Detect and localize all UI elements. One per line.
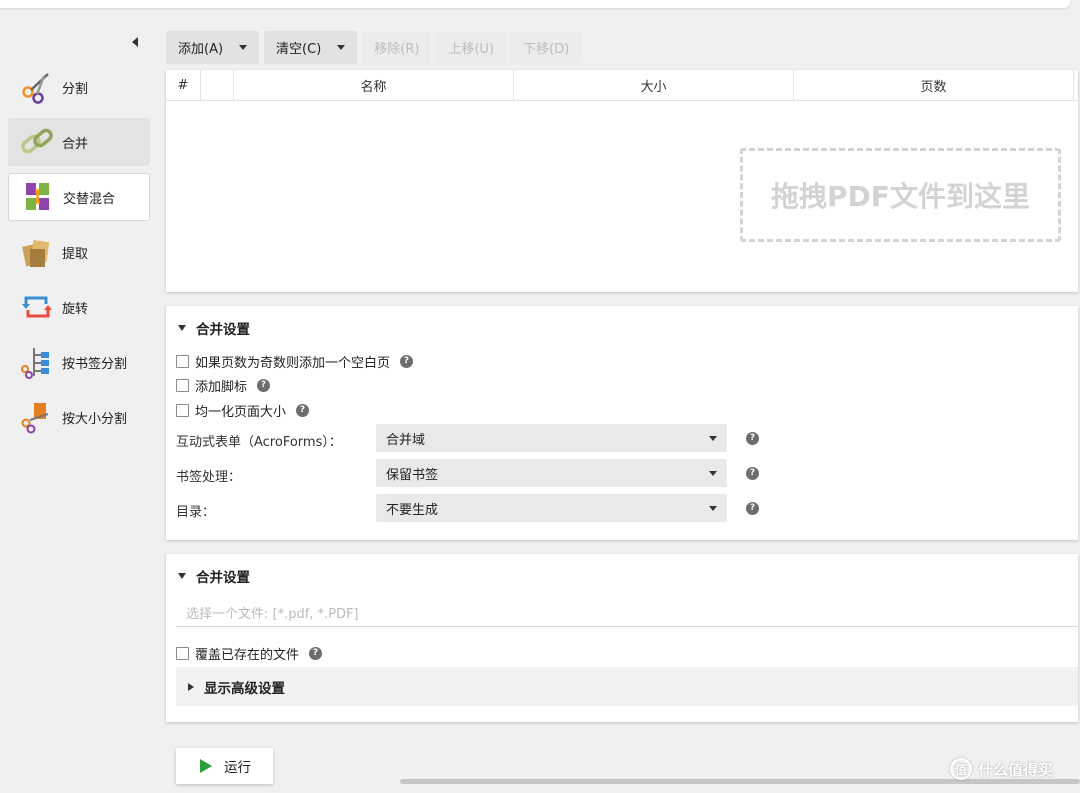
checkbox-label: 均一化页面大小 — [195, 405, 287, 420]
column-header-size[interactable]: 大小 — [514, 70, 794, 101]
merge-settings-panel: 合并设置 如果页数为奇数则添加一个空白页 ? 添加脚标 ? 均一化页面大小 ? … — [166, 306, 1078, 540]
file-table: # 名称 大小 页数 拖拽PDF文件到这里 — [166, 70, 1078, 292]
sidebar-item-label: 分割 — [62, 81, 89, 97]
panel-title: 合并设置 — [196, 322, 250, 338]
advanced-settings-toggle[interactable]: 显示高级设置 — [176, 667, 1078, 706]
chevron-down-icon[interactable] — [239, 45, 248, 50]
sidebar-item-extract[interactable]: 提取 — [8, 228, 150, 276]
expand-triangle-icon — [178, 573, 186, 579]
play-icon — [200, 759, 212, 773]
checkbox-label: 添加脚标 — [195, 380, 248, 395]
watermark: 值 什么值得买 — [950, 758, 1053, 780]
overwrite-checkbox[interactable] — [176, 647, 189, 660]
sidebar-item-label: 按书签分割 — [62, 356, 128, 372]
output-settings-panel: 合并设置 选择一个文件: [*.pdf, *.PDF] 覆盖已存在的文件 ? 显… — [166, 554, 1078, 722]
add-footer-checkbox[interactable] — [176, 379, 189, 392]
expand-triangle-icon — [188, 682, 194, 691]
drop-zone[interactable]: 拖拽PDF文件到这里 — [740, 148, 1061, 242]
clear-button-label: 清空(C) — [276, 42, 322, 57]
help-icon[interactable]: ? — [400, 355, 414, 368]
table-header: # 名称 大小 页数 — [166, 70, 1078, 101]
sidebar-item-size-split[interactable]: 按大小分割 — [8, 393, 150, 441]
size-split-icon — [20, 400, 54, 434]
move-up-button[interactable]: 上移(U) — [436, 31, 507, 64]
output-settings-header[interactable]: 合并设置 — [178, 566, 250, 586]
scissors-icon — [20, 70, 54, 104]
expand-triangle-icon — [178, 325, 186, 331]
alternate-mix-icon — [21, 180, 55, 214]
file-toolbar: 添加(A) 清空(C) 移除(R) 上移(U) 下移(D) — [166, 31, 582, 64]
bookmark-split-icon — [20, 345, 54, 379]
overwrite-option: 覆盖已存在的文件 ? — [176, 644, 323, 663]
collapse-sidebar-icon[interactable] — [132, 37, 138, 47]
merge-settings-header[interactable]: 合并设置 — [178, 318, 250, 338]
panel-title: 合并设置 — [196, 570, 250, 586]
sidebar-item-label: 按大小分割 — [62, 411, 128, 427]
destination-file-input[interactable]: 选择一个文件: [*.pdf, *.PDF] — [176, 598, 1078, 627]
normalize-page-size-checkbox[interactable] — [176, 404, 189, 417]
add-button[interactable]: 添加(A) — [166, 31, 260, 64]
select-value: 不要生成 — [386, 502, 439, 518]
sidebar-item-label: 旋转 — [62, 301, 89, 317]
rotate-icon — [20, 290, 54, 324]
help-icon[interactable]: ? — [746, 502, 759, 515]
checkbox-label: 覆盖已存在的文件 — [195, 648, 300, 663]
chevron-down-icon[interactable] — [337, 45, 346, 50]
normalize-page-size-option: 均一化页面大小 ? — [176, 401, 310, 420]
window-top-bar — [0, 0, 1070, 8]
select-value: 合并域 — [386, 432, 426, 448]
chain-link-icon — [20, 125, 54, 159]
clear-button[interactable]: 清空(C) — [264, 31, 358, 64]
toc-label: 目录： — [176, 505, 216, 520]
odd-pages-blank-checkbox[interactable] — [176, 355, 189, 368]
sidebar-item-bookmark-split[interactable]: 按书签分割 — [8, 338, 150, 386]
toc-select[interactable]: 不要生成 — [376, 494, 727, 522]
chevron-down-icon — [709, 471, 717, 476]
run-button-label: 运行 — [224, 760, 251, 776]
run-button[interactable]: 运行 — [176, 748, 273, 784]
remove-button[interactable]: 移除(R) — [362, 31, 432, 64]
sidebar-item-merge[interactable]: 合并 — [8, 118, 150, 166]
acroforms-select[interactable]: 合并域 — [376, 424, 727, 452]
sidebar-item-rotate[interactable]: 旋转 — [8, 283, 150, 331]
extract-pages-icon — [20, 235, 54, 269]
help-icon[interactable]: ? — [746, 432, 759, 445]
checkbox-label: 如果页数为奇数则添加一个空白页 — [195, 356, 391, 371]
help-icon[interactable]: ? — [309, 647, 323, 660]
help-icon[interactable]: ? — [746, 467, 759, 480]
select-value: 保留书签 — [386, 467, 439, 483]
help-icon[interactable]: ? — [257, 379, 271, 392]
sidebar-item-label: 合并 — [62, 136, 89, 152]
sidebar-item-alternate-mix[interactable]: 交替混合 — [8, 173, 150, 221]
column-header-index[interactable]: # — [166, 70, 201, 101]
column-header-name[interactable]: 名称 — [234, 70, 514, 101]
advanced-settings-label: 显示高级设置 — [204, 680, 285, 697]
odd-pages-blank-option: 如果页数为奇数则添加一个空白页 ? — [176, 352, 414, 371]
watermark-text: 什么值得买 — [978, 760, 1054, 779]
move-down-button[interactable]: 下移(D) — [511, 31, 582, 64]
sidebar-item-label: 交替混合 — [63, 191, 116, 207]
chevron-down-icon — [709, 506, 717, 511]
watermark-logo-icon: 值 — [950, 758, 972, 780]
sidebar-item-label: 提取 — [62, 246, 89, 262]
column-header-pages[interactable]: 页数 — [794, 70, 1074, 101]
add-footer-option: 添加脚标 ? — [176, 376, 271, 395]
sidebar-nav: 分割 合并 交替混合 提取 旋转 按书签分割 按大小分割 — [8, 63, 150, 448]
help-icon[interactable]: ? — [296, 404, 310, 417]
acroforms-label: 互动式表单（AcroForms）： — [176, 435, 342, 450]
bookmarks-label: 书签处理： — [176, 470, 242, 485]
sidebar-item-split[interactable]: 分割 — [8, 63, 150, 111]
chevron-down-icon — [709, 436, 717, 441]
column-header-blank[interactable] — [201, 70, 234, 101]
bookmarks-select[interactable]: 保留书签 — [376, 459, 727, 487]
add-button-label: 添加(A) — [178, 42, 224, 57]
